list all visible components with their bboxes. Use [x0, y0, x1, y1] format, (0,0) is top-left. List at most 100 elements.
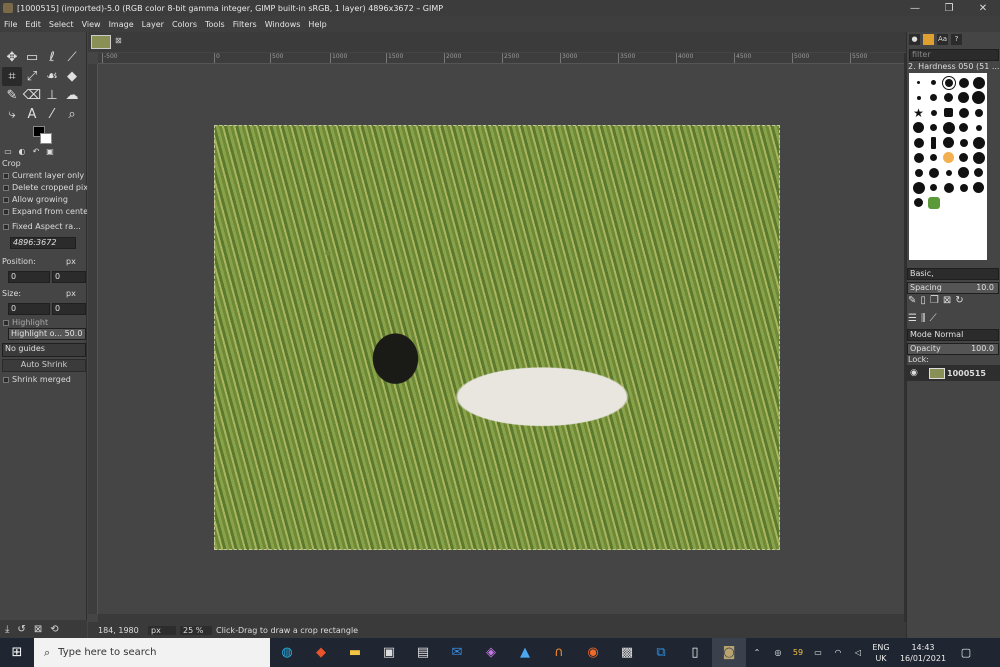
brush-item[interactable]: [941, 75, 956, 90]
position-y-field[interactable]: 0: [52, 271, 86, 283]
brush-item[interactable]: [926, 195, 941, 210]
brush-item[interactable]: [941, 105, 956, 120]
language-indicator[interactable]: ENG UK: [868, 642, 894, 664]
size-unit-select[interactable]: px: [66, 289, 76, 298]
menu-image[interactable]: Image: [105, 20, 138, 29]
brush-item[interactable]: [971, 150, 986, 165]
menu-layer[interactable]: Layer: [138, 20, 168, 29]
close-button[interactable]: ✕: [966, 3, 1000, 14]
highlight-opacity-slider[interactable]: Highlight o... 50.0: [8, 328, 86, 340]
text-tool-icon[interactable]: A: [22, 105, 42, 124]
brush-item[interactable]: [926, 75, 941, 90]
mail-icon[interactable]: ✉: [440, 638, 474, 667]
help-tab-icon[interactable]: ?: [951, 34, 962, 45]
checkbox-icon[interactable]: [3, 208, 9, 215]
checkbox-icon[interactable]: [3, 376, 9, 383]
fonts-tab-icon[interactable]: Aa: [937, 34, 948, 45]
image-canvas[interactable]: [98, 64, 904, 614]
brush-item[interactable]: [926, 150, 941, 165]
brush-item[interactable]: [956, 105, 971, 120]
highlight-option[interactable]: Highlight: [0, 318, 87, 327]
menu-colors[interactable]: Colors: [168, 20, 201, 29]
checkbox-icon[interactable]: [3, 319, 9, 326]
move-tool-icon[interactable]: ✥: [2, 48, 22, 67]
gimp-taskbar-icon[interactable]: ◙: [712, 638, 746, 667]
menu-file[interactable]: File: [0, 20, 21, 29]
background-color-swatch[interactable]: [40, 133, 52, 144]
eye-icon[interactable]: ◉: [910, 368, 918, 378]
horizontal-ruler[interactable]: -500 0 500 1000 1500 2000 2500 3000 3500…: [98, 53, 904, 64]
camera-app-icon[interactable]: ▩: [610, 638, 644, 667]
image-tab-close-icon[interactable]: ⊠: [115, 36, 122, 45]
notifications-icon[interactable]: ▢: [952, 646, 980, 659]
brush-item[interactable]: [911, 75, 926, 90]
brush-item[interactable]: [926, 165, 941, 180]
menu-filters[interactable]: Filters: [229, 20, 261, 29]
menu-edit[interactable]: Edit: [21, 20, 45, 29]
file-explorer-icon[interactable]: ▬: [338, 638, 372, 667]
zoom-tool-icon[interactable]: ⌕: [62, 105, 82, 124]
device-status-tab-icon[interactable]: ◐: [16, 147, 28, 158]
brush-item[interactable]: [911, 195, 926, 210]
unit-select[interactable]: px: [148, 625, 176, 635]
brush-item[interactable]: [926, 90, 941, 105]
brush-item[interactable]: [971, 120, 986, 135]
vscode-icon[interactable]: ⧉: [644, 638, 678, 667]
restore-options-icon[interactable]: ↺: [17, 624, 25, 635]
new-brush-icon[interactable]: ▯: [920, 295, 930, 306]
brush-item[interactable]: [971, 165, 986, 180]
paintbrush-tool-icon[interactable]: ✎: [2, 86, 22, 105]
fixed-aspect-option[interactable]: Fixed Aspect ra...: [0, 222, 87, 231]
sheep-photo[interactable]: [214, 125, 780, 550]
brush-item[interactable]: [971, 105, 986, 120]
layers-tab-icon[interactable]: ☰: [908, 313, 921, 324]
shrink-merged-option[interactable]: Shrink merged: [0, 375, 87, 384]
brush-item[interactable]: [941, 120, 956, 135]
crop-tool-icon[interactable]: ⌗: [2, 67, 22, 86]
brush-item[interactable]: [956, 120, 971, 135]
brush-item[interactable]: ★: [911, 105, 926, 120]
brush-item[interactable]: [941, 180, 956, 195]
brush-grid[interactable]: ★: [909, 73, 987, 260]
brush-item[interactable]: [941, 150, 956, 165]
tool-options-tab-icon[interactable]: ▭: [2, 147, 14, 158]
bucket-fill-tool-icon[interactable]: ◆: [62, 67, 82, 86]
warp-tool-icon[interactable]: ☙: [42, 67, 62, 86]
brush-item[interactable]: [926, 105, 941, 120]
auto-shrink-button[interactable]: Auto Shrink: [2, 359, 86, 372]
brush-item[interactable]: [956, 75, 971, 90]
brush-item[interactable]: [941, 165, 956, 180]
brush-item[interactable]: [926, 180, 941, 195]
vertical-ruler[interactable]: [88, 64, 98, 614]
terminal-icon[interactable]: ▣: [372, 638, 406, 667]
checkbox-icon[interactable]: [3, 184, 9, 191]
delete-options-icon[interactable]: ⊠: [34, 624, 42, 635]
wifi-icon[interactable]: ◠: [828, 648, 848, 657]
maximize-button[interactable]: ❐: [932, 3, 966, 14]
duplicate-brush-icon[interactable]: ❐: [930, 295, 943, 306]
volume-icon[interactable]: ◁: [848, 648, 868, 657]
rect-select-tool-icon[interactable]: ▭: [22, 48, 42, 67]
layer-row[interactable]: ◉ 1000515: [907, 365, 1000, 381]
tray-chevron-icon[interactable]: ⌃: [746, 648, 768, 657]
brush-item[interactable]: [911, 135, 926, 150]
layer-mode-select[interactable]: Mode Normal: [907, 329, 999, 341]
current-layer-only-option[interactable]: Current layer only: [0, 171, 87, 180]
position-x-field[interactable]: 0: [8, 271, 50, 283]
layer-opacity-slider[interactable]: Opacity 100.0: [907, 343, 999, 355]
brush-item[interactable]: [956, 90, 971, 105]
size-h-field[interactable]: 0: [52, 303, 86, 315]
paths-tool-icon[interactable]: ⤷: [2, 105, 22, 124]
expand-from-center-option[interactable]: Expand from center: [0, 207, 87, 216]
edge-icon[interactable]: ◍: [270, 638, 304, 667]
menu-windows[interactable]: Windows: [261, 20, 305, 29]
smudge-tool-icon[interactable]: ☁: [62, 86, 82, 105]
start-windows-icon[interactable]: ⊞: [0, 638, 34, 667]
position-unit-select[interactable]: px: [66, 257, 76, 266]
aspect-ratio-field[interactable]: 4896:3672: [10, 237, 76, 249]
patterns-tab-icon[interactable]: [923, 34, 934, 45]
brush-preset-select[interactable]: Basic,: [907, 268, 999, 280]
brush-item[interactable]: [971, 90, 986, 105]
brushes-tab-icon[interactable]: ●: [909, 34, 920, 45]
brush-item[interactable]: [911, 165, 926, 180]
